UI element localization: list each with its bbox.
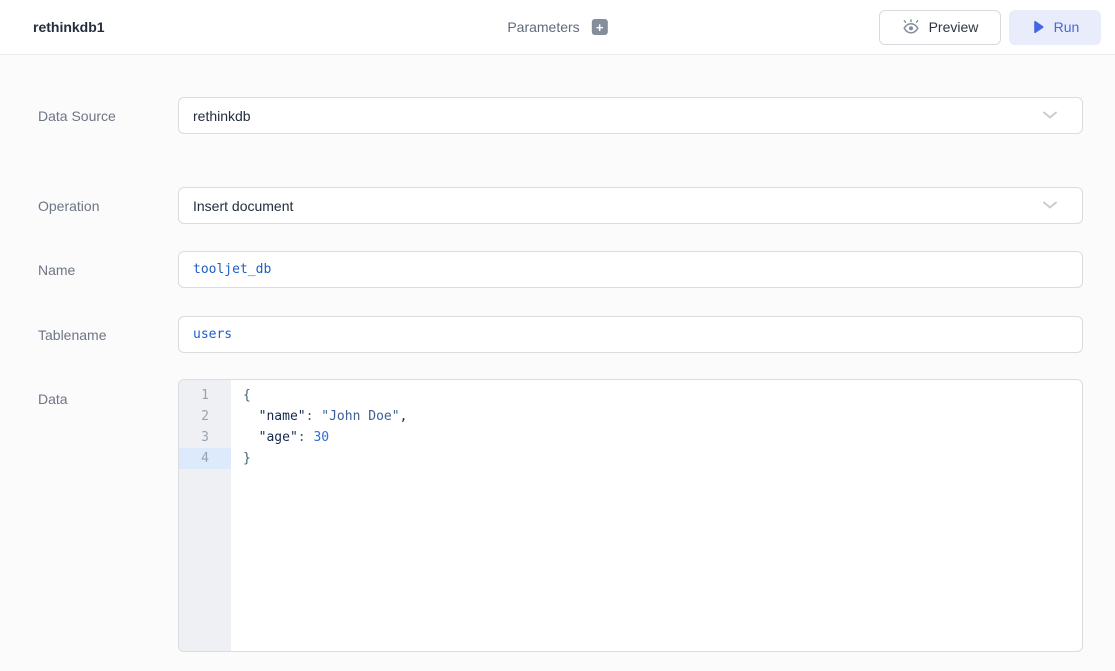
line-number: 3 xyxy=(179,427,231,448)
code-token: "name" xyxy=(243,409,306,424)
query-editor-header: rethinkdb1 Parameters Preview Run xyxy=(0,0,1115,55)
parameters-label: Parameters xyxy=(507,19,579,35)
line-number-active: 4 xyxy=(179,448,231,469)
code-token: 30 xyxy=(313,430,329,445)
data-row: Data 1 2 3 4 { "name": "John Doe", "age"… xyxy=(38,379,1115,652)
plus-icon[interactable] xyxy=(592,19,608,35)
chevron-down-icon xyxy=(1042,107,1058,125)
operation-value: Insert document xyxy=(193,198,1042,214)
editor-code-area[interactable]: { "name": "John Doe", "age": 30 } xyxy=(231,380,1082,651)
query-form: Data Source rethinkdb Operation Insert d… xyxy=(0,97,1115,652)
tablename-label: Tablename xyxy=(38,316,178,353)
code-token: , xyxy=(400,409,408,424)
code-token: : xyxy=(298,430,314,445)
tablename-input[interactable]: users xyxy=(178,316,1083,353)
code-line: } xyxy=(243,448,1082,469)
line-number: 2 xyxy=(179,406,231,427)
data-source-value: rethinkdb xyxy=(193,108,1042,124)
run-button-label: Run xyxy=(1054,19,1080,35)
code-token: : xyxy=(306,409,322,424)
name-input-value: tooljet_db xyxy=(193,262,271,277)
play-icon xyxy=(1031,20,1045,34)
code-token: "age" xyxy=(243,430,298,445)
data-source-select[interactable]: rethinkdb xyxy=(178,97,1083,134)
tablename-input-value: users xyxy=(193,327,232,342)
name-row: Name tooljet_db xyxy=(38,251,1115,288)
eye-icon xyxy=(902,19,920,35)
query-title: rethinkdb1 xyxy=(33,19,105,35)
code-token: "John Doe" xyxy=(321,409,399,424)
preview-button-label: Preview xyxy=(929,19,979,35)
run-button[interactable]: Run xyxy=(1009,10,1101,45)
code-line: "name": "John Doe", xyxy=(243,406,1082,427)
data-code-editor[interactable]: 1 2 3 4 { "name": "John Doe", "age": 30 … xyxy=(178,379,1083,652)
code-line: { xyxy=(243,385,1082,406)
line-number: 1 xyxy=(179,385,231,406)
parameters-section: Parameters xyxy=(507,19,607,35)
header-actions: Preview Run xyxy=(879,10,1101,45)
operation-row: Operation Insert document xyxy=(38,187,1115,224)
preview-button[interactable]: Preview xyxy=(879,10,1001,45)
operation-label: Operation xyxy=(38,187,178,224)
data-source-row: Data Source rethinkdb xyxy=(38,97,1115,134)
editor-gutter: 1 2 3 4 xyxy=(179,380,231,651)
name-input[interactable]: tooljet_db xyxy=(178,251,1083,288)
tablename-row: Tablename users xyxy=(38,316,1115,353)
data-source-label: Data Source xyxy=(38,97,178,134)
data-label: Data xyxy=(38,379,178,652)
chevron-down-icon xyxy=(1042,197,1058,215)
name-label: Name xyxy=(38,251,178,288)
code-line: "age": 30 xyxy=(243,427,1082,448)
code-token: { xyxy=(243,388,251,403)
code-token: } xyxy=(243,451,251,466)
operation-select[interactable]: Insert document xyxy=(178,187,1083,224)
